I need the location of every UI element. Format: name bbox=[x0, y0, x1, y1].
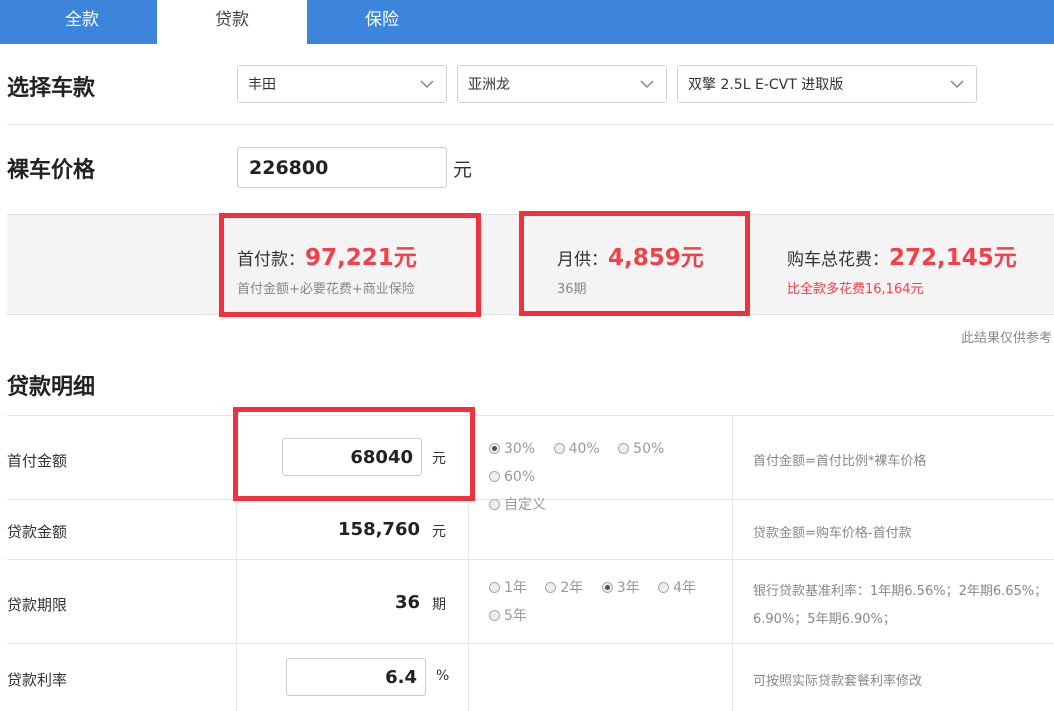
loan-detail-title: 贷款明细 bbox=[7, 375, 96, 400]
down-ratio-60[interactable]: 60% bbox=[489, 469, 535, 485]
loan-term-3y[interactable]: 3年 bbox=[601, 580, 640, 596]
model-select[interactable]: 双擎 2.5L E-CVT 进取版 bbox=[677, 65, 977, 103]
table-row-border bbox=[7, 559, 1054, 560]
reference-disclaimer: 此结果仅供参考 bbox=[960, 331, 1052, 346]
radio-icon[interactable] bbox=[553, 443, 565, 454]
loan-term-2y[interactable]: 2年 bbox=[545, 580, 583, 596]
down-ratio-custom[interactable]: 自定义 bbox=[489, 497, 546, 513]
tab-loan[interactable]: 贷款 bbox=[157, 0, 307, 44]
interest-rate-hint: 可按照实际贷款套餐利率修改 bbox=[753, 674, 923, 689]
loan-amount-value: 158,760 bbox=[338, 519, 420, 540]
loan-amount-hint: 贷款金额=购车价格-首付款 bbox=[753, 526, 912, 541]
series-select-value: 亚洲龙 bbox=[468, 77, 510, 93]
chevron-down-icon bbox=[420, 80, 434, 89]
extra-cost-note: 比全款多花费16,164元 bbox=[787, 282, 924, 297]
radio-icon[interactable] bbox=[489, 582, 500, 593]
table-row-border bbox=[7, 643, 1054, 644]
loan-term-unit: 期 bbox=[432, 597, 446, 613]
interest-rate-input[interactable] bbox=[286, 658, 426, 696]
down-ratio-30[interactable]: 30% bbox=[489, 441, 535, 457]
model-select-value: 双擎 2.5L E-CVT 进取版 bbox=[688, 77, 844, 93]
series-select[interactable]: 亚洲龙 bbox=[457, 65, 667, 103]
loan-term-label: 贷款期限 bbox=[7, 596, 68, 614]
brand-select[interactable]: 丰田 bbox=[237, 65, 447, 103]
highlight-box-down-amount bbox=[233, 407, 475, 501]
bare-price-input[interactable] bbox=[237, 147, 447, 188]
radio-icon[interactable] bbox=[545, 582, 557, 593]
loan-term-value: 36 bbox=[394, 592, 420, 613]
down-ratio-40[interactable]: 40% bbox=[553, 441, 600, 457]
down-ratio-options: 30% 40% 50% 60% 自定义 bbox=[489, 435, 729, 519]
down-amount-hint: 首付金额=首付比例*裸车价格 bbox=[753, 454, 927, 469]
interest-rate-label: 贷款利率 bbox=[7, 671, 68, 689]
chevron-down-icon bbox=[640, 80, 654, 89]
column-divider bbox=[236, 499, 237, 711]
bare-price-title: 裸车价格 bbox=[7, 158, 96, 183]
loan-term-5y[interactable]: 5年 bbox=[489, 608, 527, 624]
bare-price-unit: 元 bbox=[453, 159, 473, 181]
radio-selected-icon[interactable] bbox=[489, 443, 500, 454]
total-cost-value: 272,145元 bbox=[889, 245, 1017, 271]
highlight-box-monthly bbox=[519, 211, 750, 316]
radio-icon[interactable] bbox=[618, 443, 630, 454]
radio-icon[interactable] bbox=[489, 471, 500, 482]
base-rate-hint-cont: 6.90%；5年期6.90%； bbox=[753, 612, 896, 627]
tab-full-payment[interactable]: 全款 bbox=[7, 0, 157, 44]
loan-term-1y[interactable]: 1年 bbox=[489, 580, 527, 596]
loan-amount-label: 贷款金额 bbox=[7, 523, 68, 541]
table-row-border bbox=[7, 415, 1054, 416]
column-divider bbox=[468, 499, 469, 711]
base-rate-hint: 银行贷款基准利率：1年期6.56%；2年期6.65%； bbox=[753, 584, 1048, 599]
brand-select-value: 丰田 bbox=[248, 77, 276, 93]
radio-icon[interactable] bbox=[489, 499, 500, 510]
highlight-box-down-payment bbox=[219, 213, 481, 317]
column-divider bbox=[732, 416, 733, 711]
radio-icon[interactable] bbox=[489, 610, 500, 621]
down-amount-label: 首付金额 bbox=[7, 452, 68, 470]
loan-term-options: 1年 2年 3年 4年 5年 bbox=[489, 574, 729, 630]
loan-amount-unit: 元 bbox=[432, 524, 446, 540]
radio-selected-icon[interactable] bbox=[601, 582, 613, 593]
total-cost-summary: 购车总花费：272,145元 bbox=[787, 238, 1017, 272]
loan-term-4y[interactable]: 4年 bbox=[658, 580, 696, 596]
total-cost-label: 购车总花费： bbox=[787, 250, 889, 270]
interest-rate-unit: % bbox=[436, 668, 450, 684]
chevron-down-icon bbox=[950, 80, 964, 89]
tab-insurance[interactable]: 保险 bbox=[307, 0, 457, 44]
radio-icon[interactable] bbox=[658, 582, 670, 593]
select-car-title: 选择车款 bbox=[7, 76, 96, 101]
divider bbox=[7, 124, 1054, 125]
down-ratio-50[interactable]: 50% bbox=[618, 441, 664, 457]
